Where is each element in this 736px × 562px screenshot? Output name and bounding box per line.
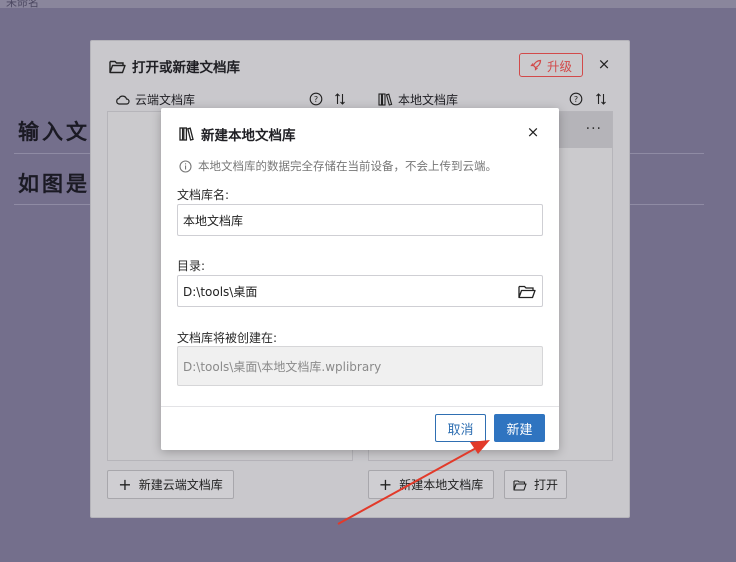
- create-button[interactable]: 新建: [494, 414, 545, 442]
- new-cloud-library-button[interactable]: + 新建云端文档库: [107, 470, 234, 499]
- new-local-library-dialog: 新建本地文档库 × 本地文档库的数据完全存储在当前设备，不会上传到云端。 文档库…: [161, 108, 559, 450]
- directory-label: 目录:: [177, 259, 206, 273]
- new-cloud-library-label: 新建云端文档库: [138, 478, 223, 492]
- close-icon[interactable]: ×: [596, 55, 612, 73]
- plus-icon: +: [118, 474, 132, 494]
- more-icon[interactable]: ···: [586, 121, 602, 137]
- cloud-library-header: 云端文档库: [115, 91, 195, 108]
- folder-open-icon[interactable]: [518, 284, 536, 299]
- upgrade-label: 升级: [546, 58, 572, 74]
- directory-value: D:\tools\桌面: [183, 284, 258, 299]
- new-local-library-button[interactable]: + 新建本地文档库: [368, 470, 494, 499]
- info-text: 本地文档库的数据完全存储在当前设备，不会上传到云端。: [198, 159, 497, 173]
- background-topbar: 未命名: [0, 0, 736, 9]
- outer-dialog-title-text: 打开或新建文档库: [132, 60, 240, 76]
- close-icon[interactable]: ×: [525, 123, 541, 141]
- creation-path-field: D:\tools\桌面\本地文档库.wplibrary: [177, 346, 543, 386]
- library-name-label: 文档库名:: [177, 188, 230, 202]
- library-name-value: 本地文档库: [183, 213, 244, 228]
- footer-divider: [161, 406, 559, 407]
- rocket-icon: [530, 59, 542, 71]
- directory-input[interactable]: D:\tools\桌面: [177, 275, 543, 307]
- editor-heading-1: 输入文: [18, 119, 90, 144]
- info-message: 本地文档库的数据完全存储在当前设备，不会上传到云端。: [179, 158, 497, 174]
- info-icon: [179, 159, 192, 173]
- outer-dialog-title: 打开或新建文档库: [109, 56, 240, 76]
- books-icon: [378, 93, 393, 106]
- sort-icon[interactable]: [594, 92, 608, 106]
- cancel-button[interactable]: 取消: [435, 414, 486, 442]
- inner-dialog-title: 新建本地文档库: [179, 124, 296, 144]
- cloud-icon: [116, 95, 130, 105]
- open-library-button[interactable]: 打开: [504, 470, 567, 499]
- creation-path-value: D:\tools\桌面\本地文档库.wplibrary: [183, 359, 382, 374]
- cloud-library-label: 云端文档库: [135, 93, 196, 107]
- sort-icon[interactable]: [333, 92, 347, 106]
- upgrade-button[interactable]: 升级: [519, 53, 583, 77]
- new-local-library-label: 新建本地文档库: [399, 478, 484, 492]
- library-name-input[interactable]: 本地文档库: [177, 204, 543, 236]
- folder-open-icon: [109, 60, 126, 73]
- svg-text:?: ?: [314, 95, 318, 104]
- folder-open-icon: [513, 479, 527, 491]
- help-icon[interactable]: ?: [309, 92, 323, 106]
- help-icon[interactable]: ?: [569, 92, 583, 106]
- local-library-header: 本地文档库: [378, 91, 458, 108]
- books-icon: [179, 127, 194, 141]
- open-library-label: 打开: [533, 478, 558, 492]
- local-library-label: 本地文档库: [398, 93, 459, 107]
- editor-heading-2: 如图是: [18, 171, 90, 196]
- svg-text:?: ?: [574, 95, 578, 104]
- creation-path-label: 文档库将被创建在:: [177, 331, 278, 345]
- inner-dialog-title-text: 新建本地文档库: [201, 128, 296, 144]
- plus-icon: +: [378, 474, 393, 494]
- window-title-fragment: 未命名: [6, 0, 39, 9]
